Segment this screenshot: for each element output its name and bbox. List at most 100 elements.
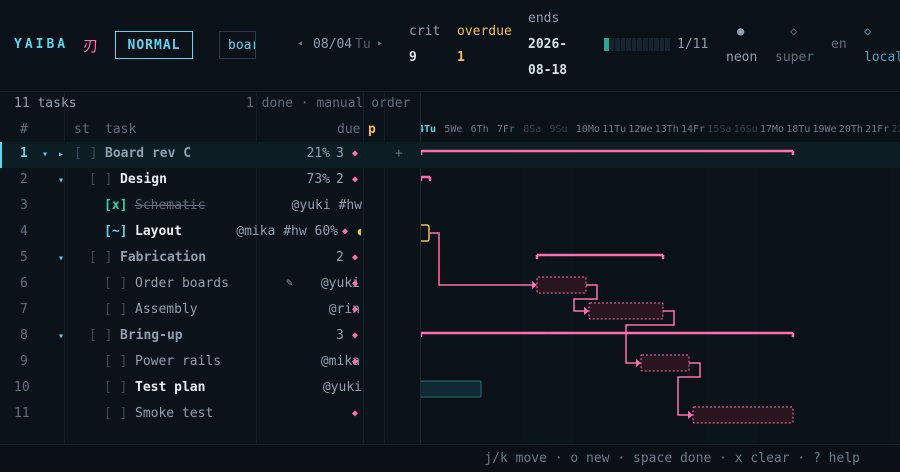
col-header-task[interactable]: task — [105, 122, 136, 137]
progress-bar — [604, 38, 670, 51]
expand-caret-icon[interactable]: ▾ — [42, 149, 48, 160]
progress-segment — [626, 38, 631, 51]
task-row[interactable]: 8 ▾ [ ] Bring-up 3 ◆ — [0, 324, 421, 350]
task-status-checkbox[interactable]: [ ] — [89, 250, 112, 265]
task-title[interactable]: Layout — [135, 224, 182, 239]
task-row[interactable]: 5 ▾ [ ] Fabrication 2 ◆ — [0, 246, 421, 272]
play-arrow-icon[interactable]: ▸ — [58, 149, 64, 160]
task-status-checkbox[interactable]: [x] — [104, 198, 127, 213]
mode-indicator: NORMAL — [115, 31, 193, 59]
task-bar-assembly — [588, 302, 664, 320]
theme-label[interactable]: neon — [726, 50, 757, 65]
list-summary: 1 done · manual order — [246, 96, 411, 111]
task-status-checkbox[interactable]: [ ] — [74, 146, 97, 161]
gantt-chart: 4Tu 5We 6Th 7Fr 8Sa 9Su 10Mo 11Tu 12We 13Th 14Fr 15… — [421, 92, 900, 444]
task-status-checkbox[interactable]: [~] — [104, 224, 127, 239]
next-date-icon[interactable]: ▸ — [377, 38, 383, 49]
super-label[interactable]: super — [775, 50, 814, 65]
priority-diamond-icon: ◆ — [352, 408, 359, 419]
task-row[interactable]: 3 [x] Schematic @yuki #hw — [0, 194, 421, 220]
col-header-priority[interactable]: p — [368, 122, 376, 137]
col-header-status[interactable]: st — [74, 122, 90, 137]
task-status-checkbox[interactable]: [ ] — [89, 172, 112, 187]
task-due: 3 — [336, 146, 344, 161]
super-icon[interactable]: ◇ — [790, 24, 797, 38]
task-title[interactable]: Bring-up — [120, 328, 183, 343]
priority-diamond-icon: ◆ — [352, 174, 359, 185]
task-row[interactable]: 9[ ] Power rails @mika ◆ — [0, 350, 421, 376]
col-header-num: # — [20, 122, 28, 137]
task-row[interactable]: 2 ▾ [ ] Design 73% 2 ◆ — [0, 168, 421, 194]
task-status-checkbox[interactable]: [ ] — [89, 328, 112, 343]
task-row[interactable]: 1 ▾ ▸ [ ] Board rev C 21% 3 ◆ + — [0, 142, 421, 168]
task-row[interactable]: 11 [ ] Smoke test ◆ — [0, 402, 421, 428]
col-header-due[interactable]: due — [337, 122, 360, 137]
task-status-checkbox[interactable]: [ ] — [104, 406, 127, 421]
task-title[interactable]: Smoke test — [135, 406, 213, 421]
overflow-marker-icon: ◖ — [356, 225, 363, 238]
task-bar-test-plan — [421, 380, 482, 398]
current-date: 08/04 — [313, 37, 353, 52]
task-number: 2 — [20, 172, 28, 187]
progress-segment — [615, 38, 620, 51]
priority-diamond-icon: ◆ — [352, 356, 359, 367]
task-title[interactable]: Order boards — [135, 276, 229, 291]
theme-icon[interactable]: ● — [737, 24, 744, 38]
task-title[interactable]: Assembly — [135, 302, 198, 317]
task-row[interactable]: 10 [ ] Test plan @yuki — [0, 376, 421, 402]
edit-pencil-icon[interactable]: ✎ — [286, 276, 293, 289]
task-title[interactable]: Power rails — [135, 354, 221, 369]
task-meta: 73% — [306, 172, 330, 187]
task-status-checkbox[interactable]: [ ] — [104, 302, 127, 317]
crit-label: crit — [409, 24, 441, 39]
task-number: 3 — [20, 198, 28, 213]
local-label[interactable]: local — [864, 50, 900, 65]
add-task-button[interactable]: + — [395, 146, 403, 161]
task-status-checkbox[interactable]: [ ] — [104, 380, 127, 395]
prev-date-icon[interactable]: ◂ — [297, 38, 303, 49]
dependency-arrowhead — [532, 281, 537, 289]
priority-diamond-icon: ◆ — [352, 278, 359, 289]
crit-value: 9 — [409, 50, 417, 65]
task-status-checkbox[interactable]: [ ] — [104, 276, 127, 291]
task-meta: @mika #hw 60% — [236, 224, 338, 239]
task-meta: @yuki — [322, 380, 362, 395]
priority-diamond-icon: ◆ — [352, 252, 359, 263]
task-number: 10 — [14, 380, 30, 395]
gantt-bars — [421, 142, 900, 424]
selection-marker — [0, 142, 2, 168]
priority-diamond-icon: ◆ — [342, 226, 349, 237]
progress-segment — [654, 38, 659, 51]
current-day: Tu — [355, 37, 371, 52]
view-selector[interactable]: board — [219, 31, 256, 59]
task-due: 2 — [336, 250, 344, 265]
expand-caret-icon[interactable]: ▾ — [58, 175, 64, 186]
task-title[interactable]: Schematic — [135, 198, 205, 213]
task-meta: @yuki #hw — [291, 198, 362, 213]
task-title[interactable]: Test plan — [135, 380, 205, 395]
task-bar-order-boards — [536, 276, 587, 294]
task-status-checkbox[interactable]: [ ] — [104, 354, 127, 369]
progress-segment — [648, 38, 654, 51]
task-title[interactable]: Fabrication — [120, 250, 206, 265]
task-title[interactable]: Design — [120, 172, 167, 187]
task-bar-smoke-test — [692, 406, 794, 424]
progress-text: 1/11 — [677, 37, 709, 52]
task-number: 11 — [14, 406, 30, 421]
expand-caret-icon[interactable]: ▾ — [58, 331, 64, 342]
task-bar-layout — [421, 224, 430, 242]
task-row[interactable]: 7[ ] Assembly @rin ◆ — [0, 298, 421, 324]
app-logo-icon: 刃 — [83, 37, 99, 55]
overdue-value: 1 — [457, 50, 465, 65]
task-number: 1 — [20, 146, 28, 161]
lang-label[interactable]: en — [831, 37, 847, 52]
task-number: 4 — [20, 224, 28, 239]
task-due: 3 — [336, 328, 344, 343]
local-icon[interactable]: ◇ — [864, 24, 871, 38]
task-row[interactable]: 6[ ] Order boards ✎ @yuki ◆ — [0, 272, 421, 298]
expand-caret-icon[interactable]: ▾ — [58, 253, 64, 264]
summary-bar — [535, 253, 665, 259]
task-row[interactable]: 4 [~] Layout @mika #hw 60% ◆ ◖ — [0, 220, 421, 246]
task-number: 8 — [20, 328, 28, 343]
task-title[interactable]: Board rev C — [105, 146, 191, 161]
